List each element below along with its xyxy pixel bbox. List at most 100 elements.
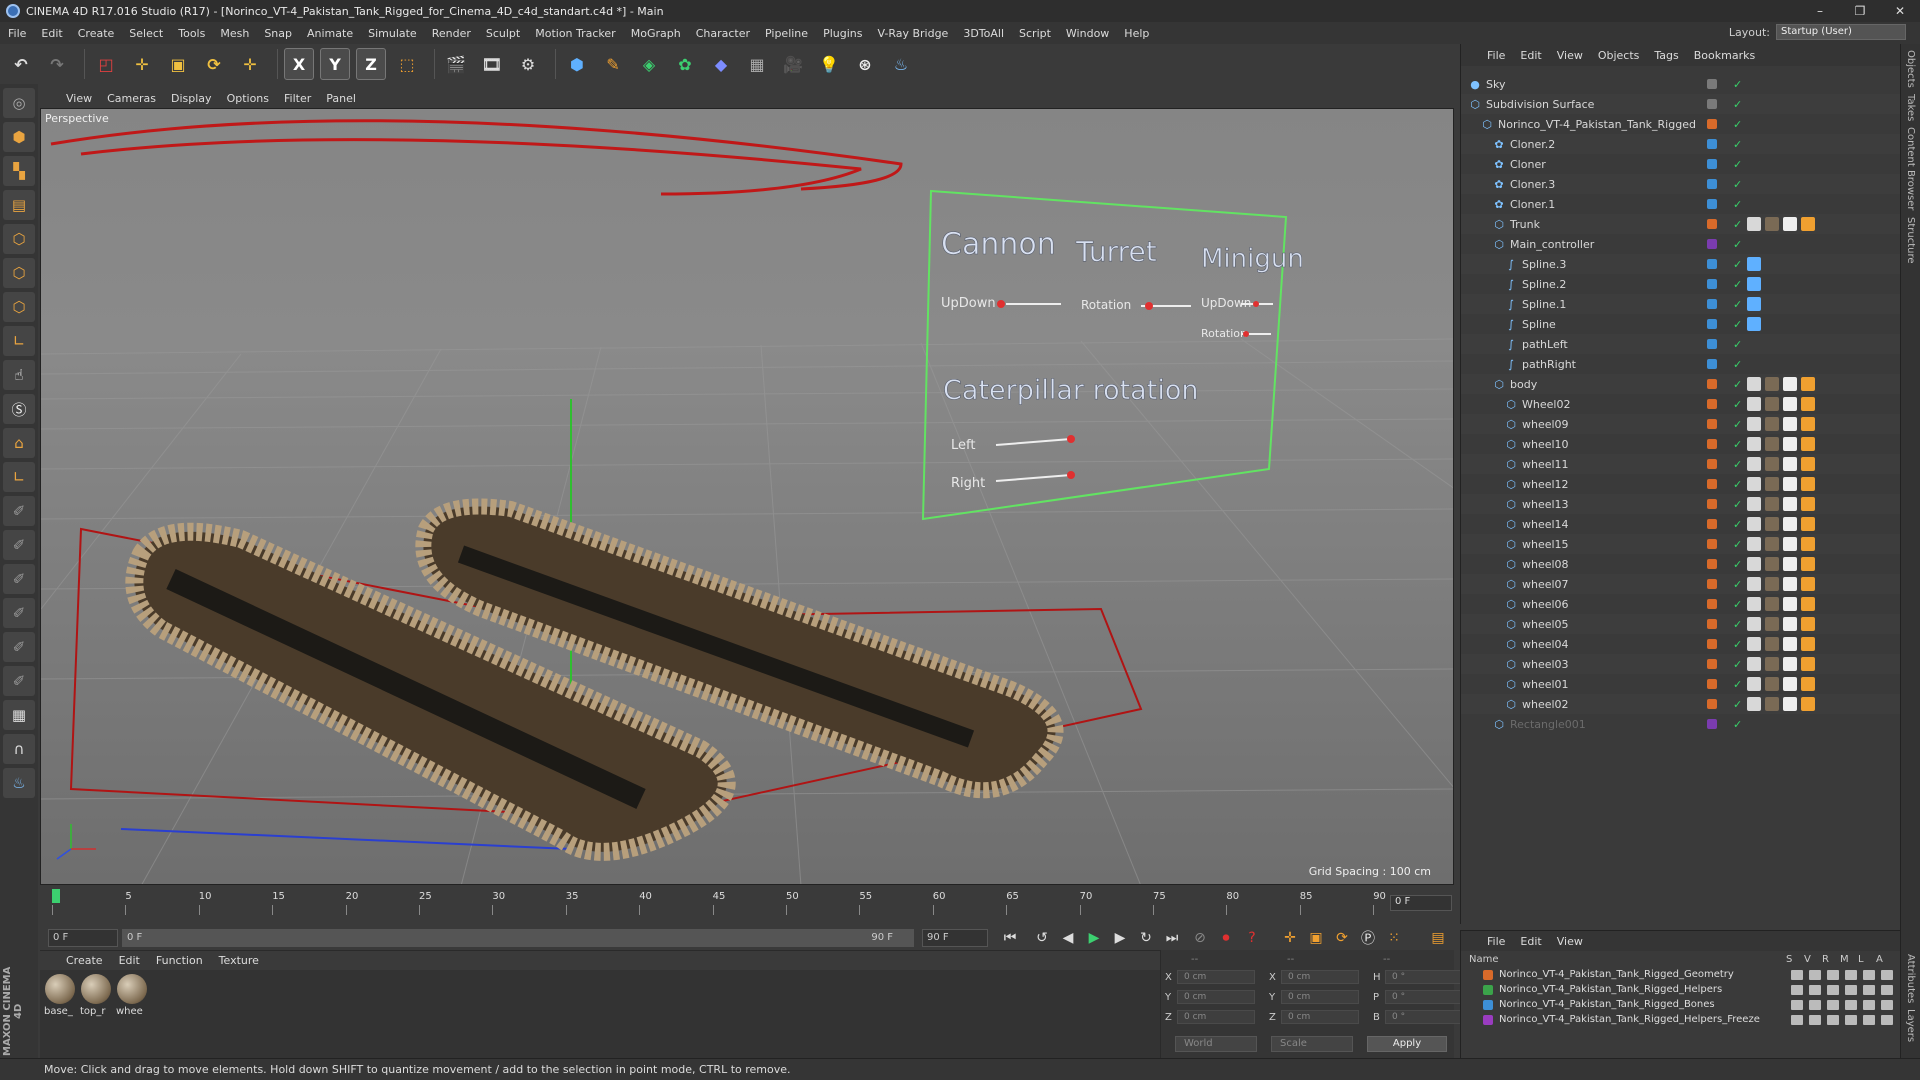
material-tag-icon[interactable] [1765,557,1779,571]
layer-flag-toggle[interactable] [1863,984,1875,995]
layer-flag-toggle[interactable] [1863,969,1875,980]
layer-color-swatch[interactable] [1707,299,1717,309]
texture-tag-icon[interactable] [1783,417,1797,431]
last-tool-icon[interactable]: ✛ [235,48,265,80]
material-menu-texture[interactable]: Texture [219,954,259,967]
layer-color-swatch[interactable] [1707,679,1717,689]
sculpt-brush-icon[interactable]: ✐ [3,496,35,526]
object-row[interactable]: ✿ Cloner.2 ✓ [1461,134,1901,154]
layer-menu-file[interactable]: File [1487,935,1505,948]
layer-color-swatch[interactable] [1707,539,1717,549]
layer-menu-view[interactable]: View [1557,935,1583,948]
scale-tool-icon[interactable]: ▣ [163,48,193,80]
texture-tag-icon[interactable] [1783,597,1797,611]
weight-tag-icon[interactable] [1801,617,1815,631]
layer-flag-toggle[interactable] [1863,1014,1875,1025]
visibility-check-icon[interactable]: ✓ [1733,498,1742,511]
layer-color-swatch[interactable] [1707,419,1717,429]
x-axis-lock-button[interactable]: X [284,48,314,80]
viewport-menu-options[interactable]: Options [227,92,269,105]
visibility-check-icon[interactable]: ✓ [1733,618,1742,631]
python-icon[interactable]: ♨ [886,48,916,80]
layer-flag-toggle[interactable] [1863,999,1875,1010]
menu-script[interactable]: Script [1019,27,1051,40]
material-swatch[interactable]: whee [116,974,148,1054]
uvw-tag-icon[interactable] [1747,657,1761,671]
snapping-icon[interactable]: ⌂ [3,428,35,458]
visibility-check-icon[interactable]: ✓ [1733,258,1742,271]
visibility-check-icon[interactable]: ✓ [1733,78,1742,91]
script-manager-icon[interactable]: ⊛ [850,48,880,80]
object-row[interactable]: ⬡ wheel04 ✓ [1461,634,1901,654]
position-value-field[interactable]: 0 cm [1177,970,1255,984]
model-mode-icon[interactable]: ⬢ [3,122,35,152]
layer-color-swatch[interactable] [1707,619,1717,629]
start-frame-field[interactable]: 0 F [48,929,118,947]
key-position-icon[interactable]: ✛ [1278,927,1302,949]
layer-color-swatch[interactable] [1707,259,1717,269]
texture-tag-icon[interactable] [1783,577,1797,591]
grid-lock-icon[interactable]: ▦ [3,700,35,730]
menu-motion-tracker[interactable]: Motion Tracker [535,27,615,40]
layer-color-swatch[interactable] [1707,519,1717,529]
key-rotation-icon[interactable]: ⟳ [1330,927,1354,949]
layer-color-swatch[interactable] [1707,399,1717,409]
weight-tag-icon[interactable] [1801,577,1815,591]
uvw-tag-icon[interactable] [1747,597,1761,611]
uvw-tag-icon[interactable] [1747,677,1761,691]
object-row[interactable]: ⬡ wheel15 ✓ [1461,534,1901,554]
material-tag-icon[interactable] [1765,517,1779,531]
object-row[interactable]: ✿ Cloner ✓ [1461,154,1901,174]
object-row[interactable]: ● Sky ✓ [1461,74,1901,94]
menu-select[interactable]: Select [129,27,163,40]
layer-flag-toggle[interactable] [1791,999,1803,1010]
uvw-tag-icon[interactable] [1747,537,1761,551]
position-value-field[interactable]: 0 cm [1177,1010,1255,1024]
uvw-tag-icon[interactable] [1747,437,1761,451]
layer-color-swatch[interactable] [1707,199,1717,209]
object-row[interactable]: ∫ Spline.3 ✓ [1461,254,1901,274]
layer-flag-toggle[interactable] [1809,984,1821,995]
camera-icon[interactable]: 🎥 [778,48,808,80]
material-tag-icon[interactable] [1765,677,1779,691]
visibility-check-icon[interactable]: ✓ [1733,298,1742,311]
hud-left-slider[interactable] [1067,435,1075,443]
layer-color-swatch[interactable] [1707,359,1717,369]
object-row[interactable]: ⬡ Rectangle001 ✓ [1461,714,1901,734]
layer-flag-toggle[interactable] [1881,969,1893,980]
layer-color-swatch[interactable] [1483,999,1493,1010]
key-scale-icon[interactable]: ▣ [1304,927,1328,949]
menu-pipeline[interactable]: Pipeline [765,27,808,40]
layer-flag-toggle[interactable] [1845,984,1857,995]
position-value-field[interactable]: 0 cm [1177,990,1255,1004]
texture-tag-icon[interactable] [1783,677,1797,691]
cloner-icon[interactable]: ✿ [670,48,700,80]
spline-tag-icon[interactable] [1747,277,1761,291]
sculpt-flatten-icon[interactable]: ✐ [3,632,35,662]
texture-tag-icon[interactable] [1783,657,1797,671]
object-row[interactable]: ⬡ wheel03 ✓ [1461,654,1901,674]
object-row[interactable]: ⬡ wheel02 ✓ [1461,694,1901,714]
light-icon[interactable]: 💡 [814,48,844,80]
uvw-tag-icon[interactable] [1747,637,1761,651]
visibility-check-icon[interactable]: ✓ [1733,438,1742,451]
size-value-field[interactable]: 0 cm [1281,970,1359,984]
weight-tag-icon[interactable] [1801,657,1815,671]
layer-flag-toggle[interactable] [1881,984,1893,995]
layer-color-swatch[interactable] [1707,339,1717,349]
visibility-check-icon[interactable]: ✓ [1733,358,1742,371]
object-row[interactable]: ⬡ Trunk ✓ [1461,214,1901,234]
live-selection-icon[interactable]: ◰ [91,48,121,80]
uvw-tag-icon[interactable] [1747,577,1761,591]
weight-tag-icon[interactable] [1801,217,1815,231]
visibility-check-icon[interactable]: ✓ [1733,658,1742,671]
right-tab-content-browser[interactable]: Content Browser [1905,127,1916,210]
visibility-check-icon[interactable]: ✓ [1733,678,1742,691]
object-row[interactable]: ∫ pathRight ✓ [1461,354,1901,374]
object-row[interactable]: ⬡ Subdivision Surface ✓ [1461,94,1901,114]
material-tag-icon[interactable] [1765,597,1779,611]
layer-flag-toggle[interactable] [1827,984,1839,995]
menu-create[interactable]: Create [78,27,115,40]
layer-color-swatch[interactable] [1707,79,1717,89]
solo-icon[interactable]: Ⓢ [3,394,35,424]
